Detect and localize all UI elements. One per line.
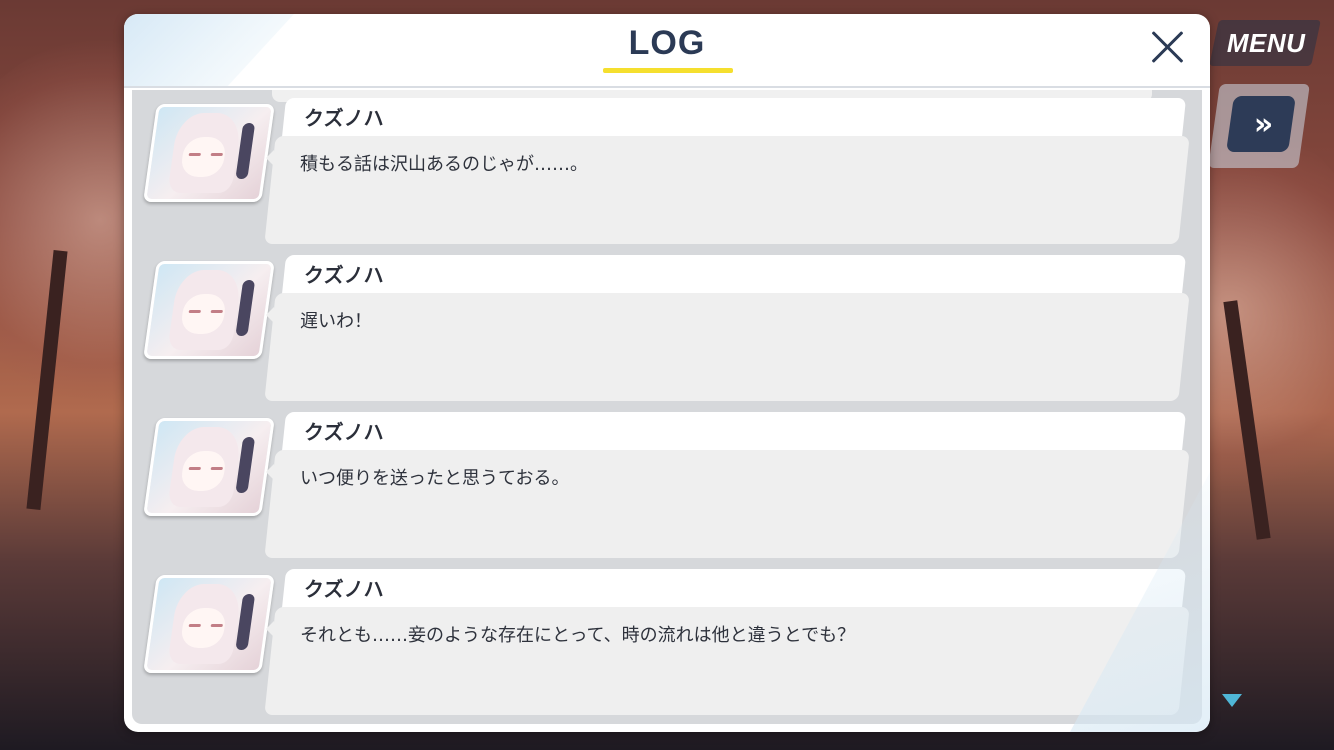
speaker-name: クズノハ — [304, 420, 384, 444]
speaker-name-tab — [281, 255, 1187, 295]
log-entry: クズノハ 積もる話は沢山あるのじゃが……。 — [132, 98, 1202, 246]
menu-button[interactable]: MENU — [1209, 20, 1321, 66]
speech-text: 積もる話は沢山あるのじゃが……。 — [300, 154, 588, 175]
speaker-name: クズノハ — [304, 577, 384, 601]
speaker-avatar — [143, 418, 275, 516]
speaker-name-tab — [281, 98, 1187, 138]
log-entry: クズノハ 遅いわ！ — [132, 255, 1202, 403]
triangle-down-icon[interactable] — [1222, 694, 1242, 707]
log-entry: クズノハ それとも……妾のような存在にとって、時の流れは他と違うとでも？ — [132, 569, 1202, 717]
speech-text: それとも……妾のような存在にとって、時の流れは他と違うとでも？ — [300, 625, 856, 646]
speech-text: 遅いわ！ — [300, 311, 372, 332]
speaker-name-tab — [281, 569, 1187, 609]
log-entry: クズノハ いつ便りを送ったと思うておる。 — [132, 412, 1202, 560]
log-header: LOG — [124, 14, 1210, 88]
log-panel: LOG クズノハ 積もる話は沢山あるのじゃが……。 クズノハ 遅いわ！ クズノハ… — [124, 14, 1210, 732]
close-icon[interactable] — [1144, 24, 1190, 70]
title-underline — [603, 68, 733, 73]
log-list[interactable]: クズノハ 積もる話は沢山あるのじゃが……。 クズノハ 遅いわ！ クズノハ いつ便… — [132, 90, 1202, 724]
menu-label: MENU — [1227, 27, 1306, 58]
speaker-name: クズノハ — [304, 106, 384, 130]
speaker-name: クズノハ — [304, 263, 384, 287]
fast-forward-button[interactable]: » — [1226, 96, 1296, 152]
speaker-avatar — [143, 575, 275, 673]
speaker-avatar — [143, 104, 275, 202]
speaker-avatar — [143, 261, 275, 359]
speech-text: いつ便りを送ったと思うておる。 — [300, 468, 570, 489]
speaker-name-tab — [281, 412, 1187, 452]
fast-forward-icon: » — [1254, 106, 1268, 142]
log-title: LOG — [628, 24, 706, 62]
